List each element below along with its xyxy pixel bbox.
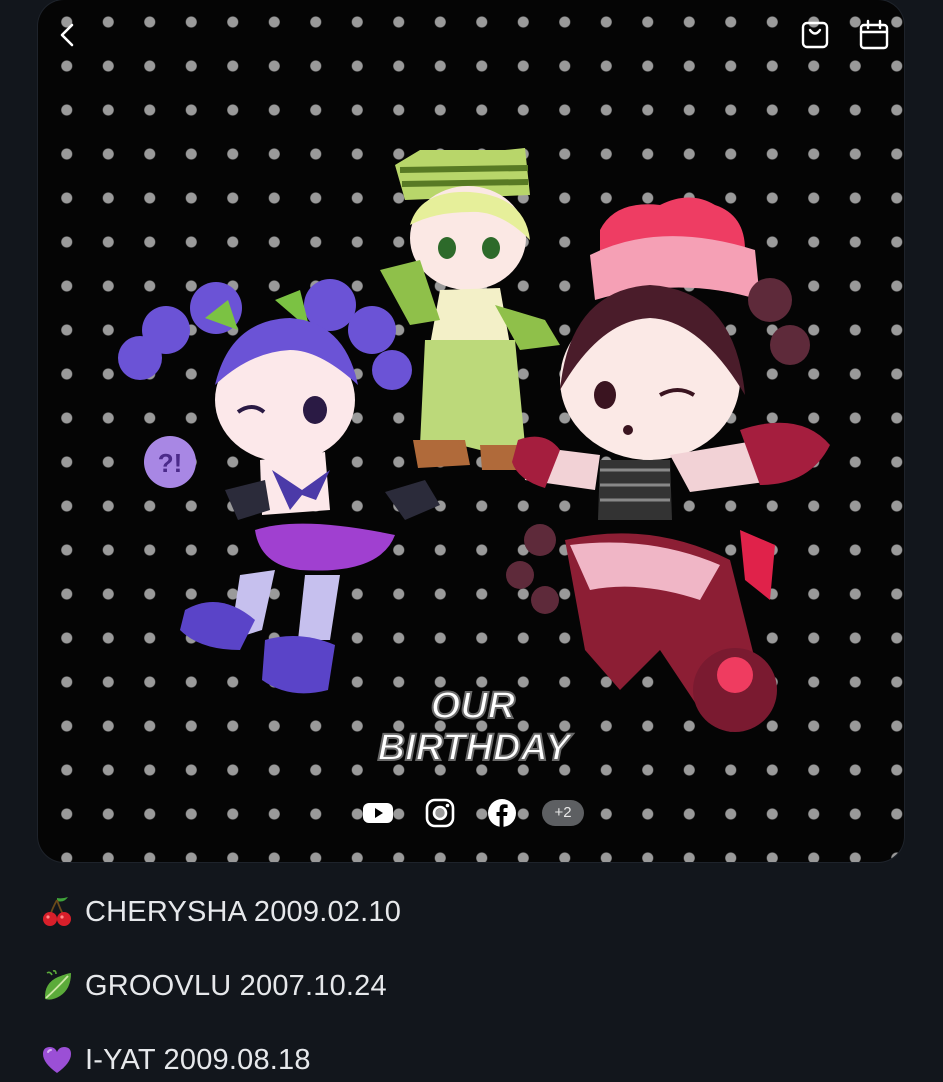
member-text: CHERYSHA 2009.02.10 [85, 895, 402, 928]
instagram-link[interactable] [422, 795, 458, 831]
post-artwork-card[interactable]: ?! OUR BIRTHDAY [38, 0, 904, 862]
youtube-icon [363, 803, 393, 823]
more-links-badge[interactable]: +2 [542, 800, 584, 826]
svg-text:?!: ?! [158, 448, 183, 478]
birthday-artwork: ?! OUR BIRTHDAY [118, 148, 830, 770]
green-character [380, 148, 560, 470]
our-birthday-logo: OUR BIRTHDAY [377, 684, 575, 770]
calendar-icon [859, 19, 889, 50]
facebook-link[interactable] [484, 795, 520, 831]
social-links: +2 [0, 795, 943, 835]
back-button[interactable] [52, 18, 86, 52]
purple-character: ?! [118, 279, 440, 694]
member-row-iyat: I-YAT 2009.08.18 [40, 1038, 311, 1082]
svg-text:BIRTHDAY: BIRTHDAY [378, 727, 574, 769]
member-row-cherysha: CHERYSHA 2009.02.10 [40, 890, 401, 934]
shopping-bag-icon [801, 21, 829, 49]
facebook-icon [488, 799, 516, 827]
member-text: GROOVLU 2007.10.24 [85, 969, 387, 1002]
purple-heart-icon [43, 1047, 71, 1073]
youtube-link[interactable] [360, 795, 396, 831]
chevron-left-icon [60, 23, 74, 47]
svg-text:OUR: OUR [431, 685, 516, 727]
member-row-groovlu: GROOVLU 2007.10.24 [40, 964, 387, 1008]
member-text: I-YAT 2009.08.18 [85, 1043, 311, 1076]
cherry-icon [43, 897, 71, 926]
leaf-icon [44, 970, 71, 1000]
shop-button[interactable] [798, 18, 832, 52]
calendar-button[interactable] [857, 18, 891, 52]
instagram-icon [425, 798, 455, 828]
pink-character [506, 197, 830, 732]
